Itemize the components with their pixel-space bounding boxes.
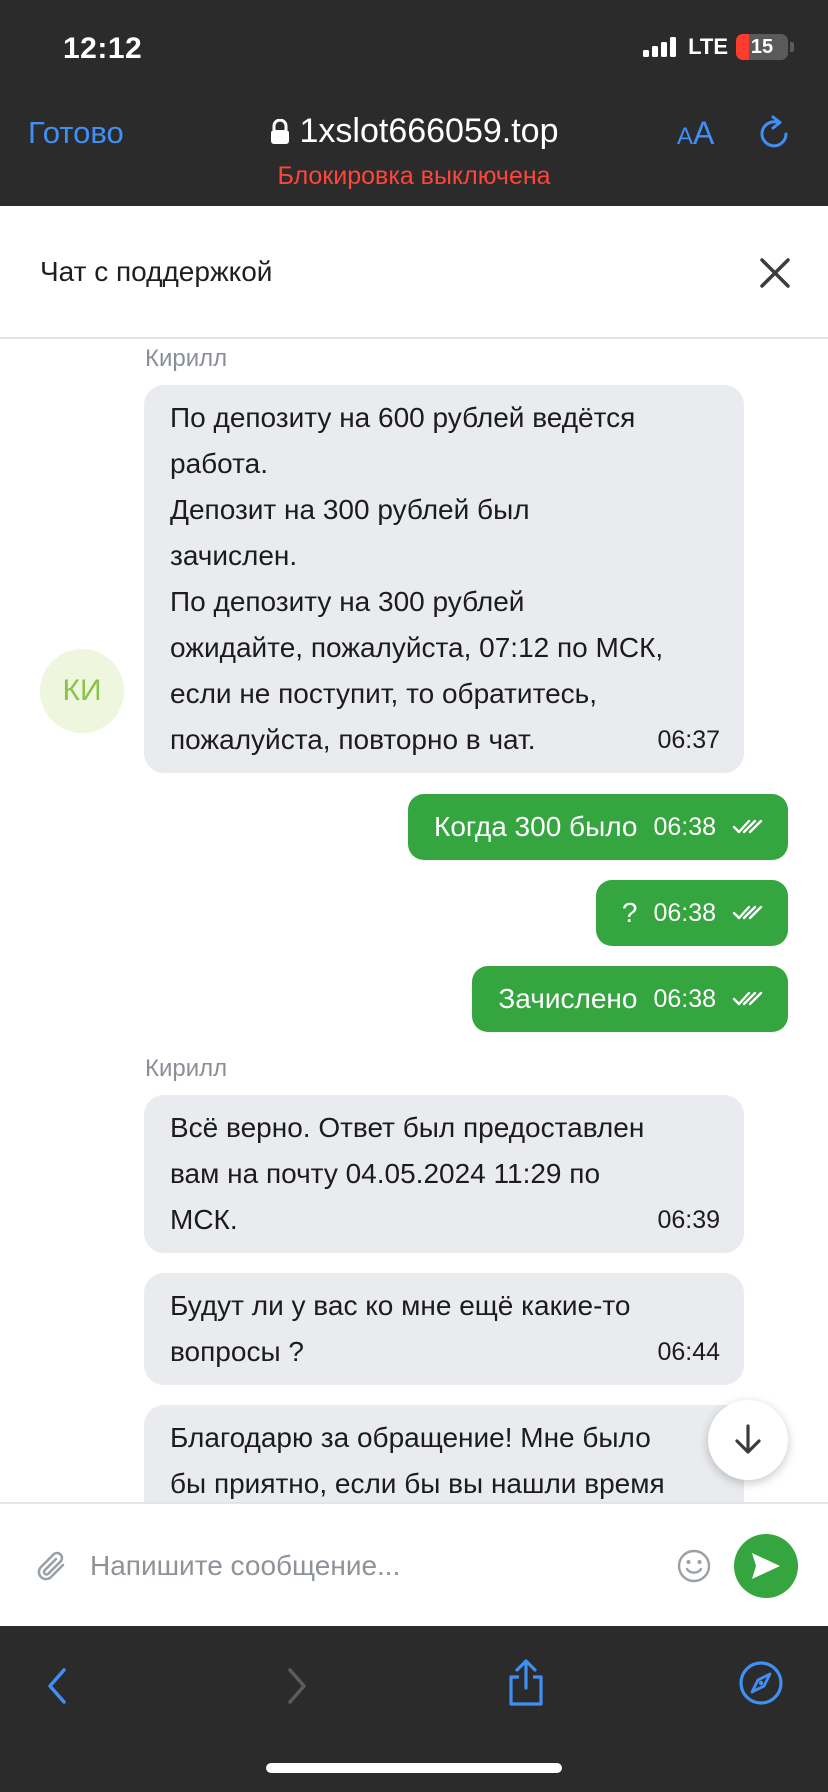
message-time: 06:39 xyxy=(657,1206,720,1234)
close-icon[interactable] xyxy=(758,256,792,290)
message-text-line: если не поступит, то обратитесь, xyxy=(170,678,598,709)
chat-title: Чат с поддержкой xyxy=(40,256,273,287)
battery-level: 15 xyxy=(750,35,774,58)
message-text: Когда 300 было xyxy=(434,811,638,842)
message-time: 06:38 xyxy=(653,812,716,841)
browser-top-bar: 12:12 LTE 15 Готово 1xslot666059.top Бло… xyxy=(0,0,828,206)
message-text-line: Всё верно. Ответ был предоставлен xyxy=(170,1112,645,1143)
sender-name: Кирилл xyxy=(145,345,228,372)
message-time: 06:38 xyxy=(653,984,716,1013)
chat-header: Чат с поддержкой xyxy=(0,206,828,339)
avatar: КИ xyxy=(40,649,124,733)
share-icon[interactable] xyxy=(504,1658,548,1708)
message-text: ? xyxy=(621,897,638,928)
message-outgoing: ? 06:38 xyxy=(595,880,788,946)
message-text-line: МСК. xyxy=(170,1204,238,1235)
message-text-line: бы приятно, если бы вы нашли время xyxy=(170,1468,665,1499)
send-button[interactable] xyxy=(734,1534,798,1598)
message-incoming: По депозиту на 600 рублей ведётся работа… xyxy=(144,385,744,773)
scroll-down-button[interactable] xyxy=(708,1400,788,1480)
url-text: 1xslot666059.top xyxy=(299,112,559,150)
home-indicator xyxy=(266,1763,562,1773)
message-text-line: работа. xyxy=(170,448,268,479)
message-composer xyxy=(0,1502,828,1626)
message-time: 06:44 xyxy=(657,1338,720,1366)
lock-icon xyxy=(270,118,289,144)
double-check-icon xyxy=(732,991,763,1006)
emoji-icon[interactable] xyxy=(676,1548,712,1584)
double-check-icon xyxy=(732,905,763,920)
sender-name: Кирилл xyxy=(145,1055,228,1082)
message-text-line: Депозит на 300 рублей был xyxy=(170,494,530,525)
message-incoming: Благодарю за обращение! Мне было бы прия… xyxy=(144,1405,744,1503)
message-text-line: По депозиту на 300 рублей xyxy=(170,586,525,617)
message-incoming: Будут ли у вас ко мне ещё какие-то вопро… xyxy=(144,1273,744,1385)
paperclip-icon[interactable] xyxy=(34,1548,70,1584)
forward-icon[interactable] xyxy=(282,1664,312,1708)
message-input[interactable] xyxy=(90,1540,650,1592)
text-size-button[interactable]: AA xyxy=(677,115,714,152)
message-text-line: Будут ли у вас ко мне ещё какие-то xyxy=(170,1290,631,1321)
network-label: LTE xyxy=(688,34,728,59)
double-check-icon xyxy=(732,819,763,834)
arrow-down-icon xyxy=(735,1424,761,1454)
battery-icon: 15 xyxy=(736,34,788,60)
signal-icon xyxy=(643,37,677,57)
message-text-line: По депозиту на 600 рублей ведётся xyxy=(170,402,636,433)
message-list[interactable]: Кирилл По депозиту на 600 рублей ведётся… xyxy=(0,341,828,1503)
message-incoming: Всё верно. Ответ был предоставлен вам на… xyxy=(144,1095,744,1253)
message-time: 06:37 xyxy=(657,726,720,754)
send-icon xyxy=(752,1553,780,1579)
blocking-status: Блокировка выключена xyxy=(277,162,551,190)
message-time: 06:38 xyxy=(653,898,716,927)
status-time: 12:12 xyxy=(63,32,143,65)
message-text-line: пожалуйста, повторно в чат. xyxy=(170,724,536,755)
compass-icon[interactable] xyxy=(738,1660,784,1706)
message-text-line: вам на почту 04.05.2024 11:29 по xyxy=(170,1158,601,1189)
message-outgoing: Когда 300 было 06:38 xyxy=(408,794,788,860)
message-text-line: зачислен. xyxy=(170,540,298,571)
message-text-line: Благодарю за обращение! Мне было xyxy=(170,1422,651,1453)
reload-icon[interactable] xyxy=(756,114,792,152)
back-icon[interactable] xyxy=(42,1664,72,1708)
status-indicators: LTE 15 xyxy=(643,34,794,60)
message-text-line: ожидайте, пожалуйста, 07:12 по МСК, xyxy=(170,632,664,663)
message-text-line: вопросы ? xyxy=(170,1336,304,1367)
message-text: Зачислено xyxy=(498,983,638,1014)
message-outgoing: Зачислено 06:38 xyxy=(472,966,788,1032)
